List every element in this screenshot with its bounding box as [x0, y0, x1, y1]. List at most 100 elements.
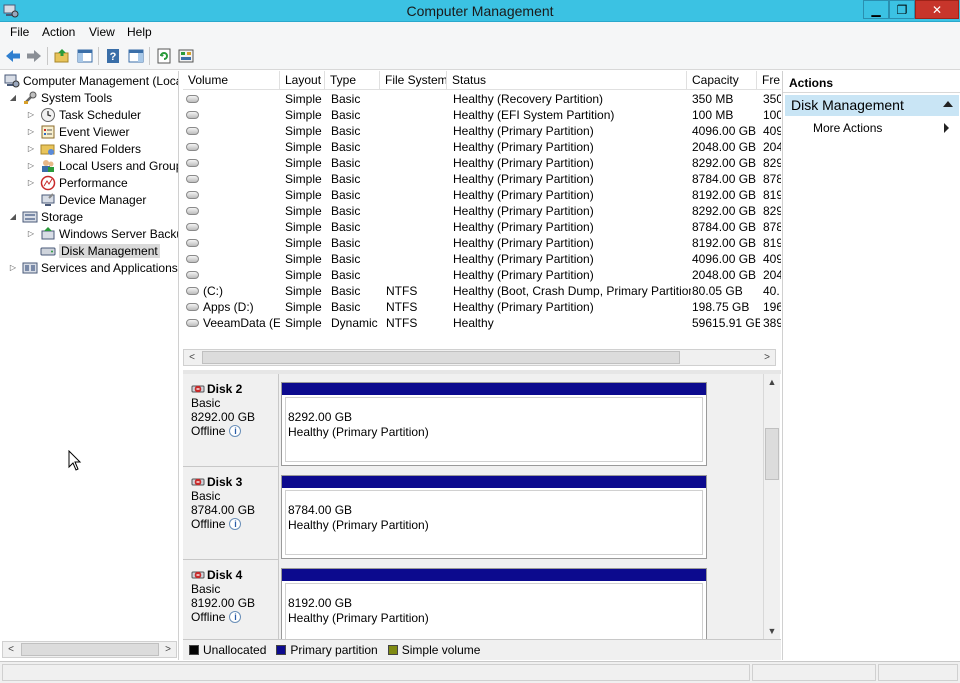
- cell-type: Dynamic: [331, 316, 378, 330]
- tree-item-shared-folders[interactable]: ▷ Shared Folders: [26, 140, 141, 157]
- forward-button[interactable]: [24, 46, 44, 66]
- expand-icon[interactable]: ▷: [8, 263, 18, 272]
- column-layout[interactable]: Layout: [280, 71, 325, 90]
- tree-item-task-scheduler[interactable]: ▷ Task Scheduler: [26, 106, 141, 123]
- tree-item-windows-server-backup[interactable]: ▷ Windows Server Backup: [26, 225, 178, 242]
- tree-item-storage[interactable]: ◢ Storage: [8, 208, 83, 225]
- disk-name: Disk 2: [207, 382, 243, 396]
- expand-icon[interactable]: ▷: [26, 144, 36, 153]
- tree-item-disk-management[interactable]: Disk Management: [26, 242, 160, 259]
- partition-block[interactable]: 8192.00 GB Healthy (Primary Partition): [281, 568, 707, 639]
- volume-list-horizontal-scrollbar[interactable]: < >: [183, 349, 776, 366]
- console-tree[interactable]: Computer Management (Local ◢ System Tool…: [0, 71, 179, 660]
- partition-block[interactable]: 8784.00 GB Healthy (Primary Partition): [281, 475, 707, 559]
- table-row[interactable]: Simple Basic Healthy (Primary Partition) 87…: [183, 219, 781, 235]
- cell-volume: [203, 203, 280, 219]
- status-bar: [0, 661, 960, 683]
- table-row[interactable]: (C:) Simple Basic NTFS Healthy (Boot, Crash …: [183, 283, 781, 299]
- cell-layout: Simple: [285, 220, 322, 234]
- scroll-left-icon[interactable]: <: [3, 642, 19, 657]
- scroll-down-icon[interactable]: ▼: [764, 623, 780, 639]
- table-row[interactable]: Simple Basic Healthy (Primary Partition) 81…: [183, 187, 781, 203]
- scroll-right-icon[interactable]: >: [759, 350, 775, 365]
- expand-icon[interactable]: ▷: [26, 127, 36, 136]
- expand-icon[interactable]: ▷: [26, 110, 36, 119]
- help-button[interactable]: ?: [103, 46, 123, 66]
- status-segment: [752, 664, 876, 681]
- info-icon[interactable]: i: [229, 425, 242, 437]
- disk-block[interactable]: Disk 3 Basic 8784.00 GB Offline i 8784.00…: [183, 467, 763, 560]
- menu-action[interactable]: Action: [42, 25, 75, 39]
- tree-item-system-tools[interactable]: ◢ System Tools: [8, 89, 112, 106]
- menu-file[interactable]: File: [10, 25, 29, 39]
- scroll-right-icon[interactable]: >: [160, 642, 176, 657]
- properties-button[interactable]: [176, 46, 196, 66]
- table-row[interactable]: Simple Basic Healthy (EFI System Partition…: [183, 107, 781, 123]
- table-row[interactable]: Simple Basic Healthy (Primary Partition) 20…: [183, 267, 781, 283]
- tree-item-services-and-applications[interactable]: ▷ Services and Applications: [8, 259, 178, 276]
- chevron-right-icon[interactable]: [944, 123, 949, 133]
- menu-view[interactable]: View: [89, 25, 115, 39]
- show-hide-console-tree-button[interactable]: [75, 46, 95, 66]
- tree-item-computer-management[interactable]: Computer Management (Local: [4, 72, 178, 89]
- minimize-button[interactable]: ▁: [863, 0, 889, 19]
- tree-horizontal-scrollbar[interactable]: < >: [2, 641, 177, 658]
- column-type[interactable]: Type: [325, 71, 380, 90]
- info-icon[interactable]: i: [229, 611, 242, 623]
- collapse-icon[interactable]: ◢: [8, 212, 18, 221]
- close-button[interactable]: ✕: [915, 0, 959, 19]
- cell-file-system: [386, 203, 448, 219]
- disk-block[interactable]: Disk 2 Basic 8292.00 GB Offline i 8292.00…: [183, 374, 763, 467]
- column-status[interactable]: Status: [447, 71, 687, 90]
- cell-status: Healthy (Primary Partition): [453, 188, 594, 202]
- disk-info[interactable]: Disk 4 Basic 8192.00 GB Offline i: [183, 560, 279, 639]
- collapse-up-icon[interactable]: [943, 101, 953, 107]
- disk-view-vertical-scrollbar[interactable]: ▲ ▼: [763, 374, 780, 639]
- tree-item-performance[interactable]: ▷ Performance: [26, 174, 128, 191]
- disk-info[interactable]: Disk 3 Basic 8784.00 GB Offline i: [183, 467, 279, 560]
- disk-type: Basic: [191, 582, 221, 596]
- expand-icon[interactable]: ▷: [26, 161, 36, 170]
- column-capacity[interactable]: Capacity: [687, 71, 757, 90]
- table-row[interactable]: Simple Basic Healthy (Primary Partition) 40…: [183, 123, 781, 139]
- partition-block[interactable]: 8292.00 GB Healthy (Primary Partition): [281, 382, 707, 466]
- table-row[interactable]: Simple Basic Healthy (Primary Partition) 20…: [183, 139, 781, 155]
- table-row[interactable]: Simple Basic Healthy (Primary Partition) 82…: [183, 155, 781, 171]
- back-button[interactable]: [3, 46, 23, 66]
- cell-capacity: 80.05 GB: [692, 284, 743, 298]
- restore-button[interactable]: ❐: [889, 0, 915, 19]
- table-row[interactable]: Apps (D:) Simple Basic NTFS Healthy (Primary…: [183, 299, 781, 315]
- up-one-level-button[interactable]: [52, 46, 72, 66]
- column-volume[interactable]: Volume: [183, 71, 280, 90]
- more-actions-link[interactable]: More Actions: [813, 121, 882, 135]
- scroll-left-icon[interactable]: <: [184, 350, 200, 365]
- column-free-space[interactable]: Fre: [757, 71, 781, 90]
- cell-free-space: 196: [763, 300, 781, 314]
- cell-file-system: [386, 91, 448, 107]
- show-hide-action-pane-button[interactable]: [126, 46, 146, 66]
- expand-icon[interactable]: ▷: [26, 229, 36, 238]
- scroll-up-icon[interactable]: ▲: [764, 374, 780, 390]
- tree-item-event-viewer[interactable]: ▷ Event Viewer: [26, 123, 130, 140]
- disk-info[interactable]: Disk 2 Basic 8292.00 GB Offline i: [183, 374, 279, 467]
- table-row[interactable]: Simple Basic Healthy (Primary Partition) 87…: [183, 171, 781, 187]
- disk-block[interactable]: Disk 4 Basic 8192.00 GB Offline i 8192.00…: [183, 560, 763, 639]
- tree-item-device-manager[interactable]: Device Manager: [26, 191, 146, 208]
- table-row[interactable]: Simple Basic Healthy (Primary Partition) 81…: [183, 235, 781, 251]
- disk-size: 8784.00 GB: [191, 503, 256, 517]
- table-row[interactable]: Simple Basic Healthy (Recovery Partition) 3…: [183, 91, 781, 107]
- tree-item-local-users-and-groups[interactable]: ▷ Local Users and Groups: [26, 157, 178, 174]
- actions-section-disk-management[interactable]: Disk Management: [785, 95, 959, 116]
- scrollbar-thumb[interactable]: [765, 428, 779, 480]
- table-row[interactable]: Simple Basic Healthy (Primary Partition) 40…: [183, 251, 781, 267]
- menu-help[interactable]: Help: [127, 25, 152, 39]
- expand-icon[interactable]: ▷: [26, 178, 36, 187]
- table-row[interactable]: Simple Basic Healthy (Primary Partition) 82…: [183, 203, 781, 219]
- column-file-system[interactable]: File System: [380, 71, 447, 90]
- refresh-button[interactable]: [154, 46, 174, 66]
- info-icon[interactable]: i: [229, 518, 242, 530]
- table-row[interactable]: VeeamData (E:) Simple Dynamic NTFS Healthy 59…: [183, 315, 781, 331]
- scrollbar-thumb[interactable]: [21, 643, 159, 656]
- scrollbar-thumb[interactable]: [202, 351, 680, 364]
- collapse-icon[interactable]: ◢: [8, 93, 18, 102]
